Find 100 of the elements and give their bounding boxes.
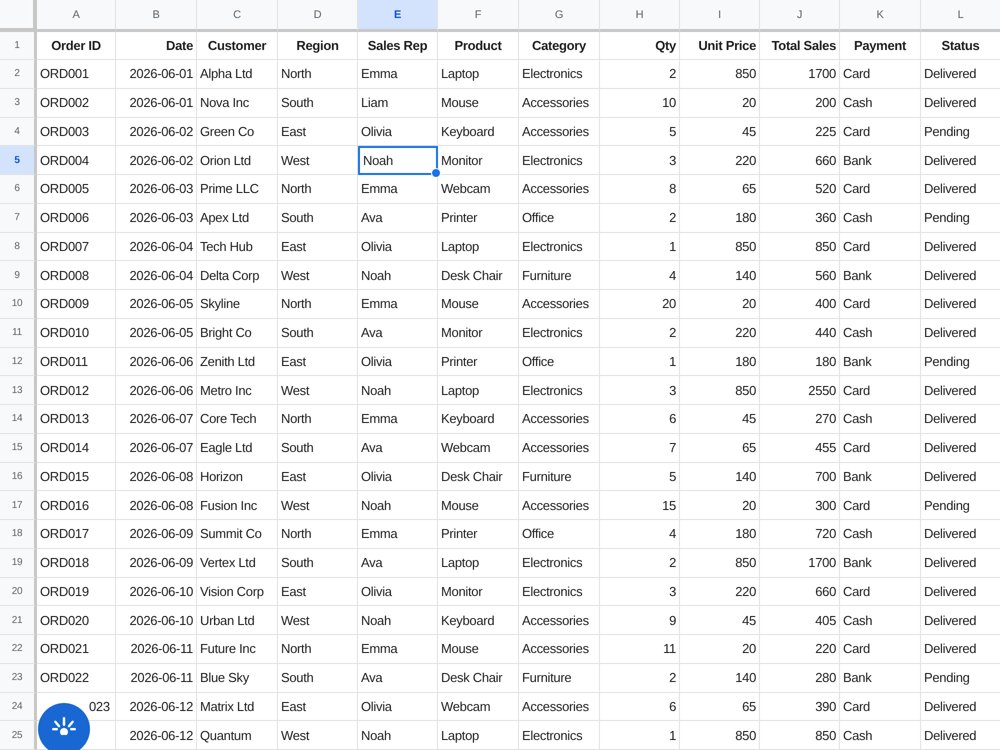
row-number[interactable]: 20 xyxy=(0,578,37,606)
table-cell: ORD018 xyxy=(37,548,116,578)
table-cell: Bank xyxy=(840,261,921,290)
row-number[interactable]: 3 xyxy=(0,88,37,118)
table-cell: 2 xyxy=(600,204,680,232)
column-header[interactable]: D xyxy=(278,0,358,32)
table-cell: ORD013 xyxy=(37,405,116,434)
table-cell: Cash xyxy=(840,204,921,232)
row-number[interactable]: 13 xyxy=(0,376,37,405)
table-cell: 15 xyxy=(600,491,680,520)
fill-handle[interactable] xyxy=(431,168,441,178)
row-number[interactable]: 19 xyxy=(0,548,37,578)
row-number[interactable]: 21 xyxy=(0,606,37,635)
table-cell: 455 xyxy=(760,434,840,462)
table-cell: 2026-06-05 xyxy=(116,290,197,319)
column-header[interactable]: H xyxy=(600,0,680,32)
table-cell: Card xyxy=(840,491,921,520)
table-cell: North xyxy=(278,175,358,204)
column-header[interactable]: B xyxy=(116,0,197,32)
row-number[interactable]: 9 xyxy=(0,261,37,290)
table-cell: Desk Chair xyxy=(438,462,519,492)
row-number[interactable]: 4 xyxy=(0,118,37,146)
column-header[interactable]: F xyxy=(438,0,519,32)
row-number[interactable]: 6 xyxy=(0,175,37,204)
burst-icon xyxy=(52,715,76,735)
table-cell: Accessories xyxy=(519,405,600,434)
table-cell: 2 xyxy=(600,664,680,692)
table-cell: 220 xyxy=(680,146,760,175)
row-number[interactable]: 1 xyxy=(0,32,37,60)
table-cell: 2026-06-08 xyxy=(116,462,197,492)
table-cell: Quantum xyxy=(197,721,278,750)
table-cell: 520 xyxy=(760,175,840,204)
row-number[interactable]: 22 xyxy=(0,635,37,664)
row-number[interactable]: 11 xyxy=(0,318,37,348)
row-number[interactable]: 25 xyxy=(0,721,37,750)
table-cell: Card xyxy=(840,692,921,722)
table-cell: Vision Corp xyxy=(197,578,278,606)
row-number[interactable]: 17 xyxy=(0,491,37,520)
row-number[interactable]: 12 xyxy=(0,348,37,376)
header-cell: Product xyxy=(438,32,519,60)
table-cell: Emma xyxy=(358,635,438,664)
table-cell: 660 xyxy=(760,146,840,175)
table-cell: Olivia xyxy=(358,462,438,492)
selected-cell[interactable]: Noah xyxy=(358,146,438,175)
row-number[interactable]: 24 xyxy=(0,692,37,722)
table-cell: 850 xyxy=(760,721,840,750)
row-number[interactable]: 14 xyxy=(0,405,37,434)
table-cell: Matrix Ltd xyxy=(197,692,278,722)
table-cell: Apex Ltd xyxy=(197,204,278,232)
table-cell: North xyxy=(278,520,358,549)
table-cell: Emma xyxy=(358,405,438,434)
table-cell: Accessories xyxy=(519,692,600,722)
table-cell: Delivered xyxy=(921,721,1000,750)
table-cell: 6 xyxy=(600,692,680,722)
table-cell: South xyxy=(278,88,358,118)
column-header[interactable]: A xyxy=(37,0,116,32)
row-number[interactable]: 23 xyxy=(0,664,37,692)
table-cell: Delivered xyxy=(921,60,1000,89)
column-header[interactable]: C xyxy=(197,0,278,32)
row-number[interactable]: 10 xyxy=(0,290,37,319)
table-cell: North xyxy=(278,405,358,434)
table-cell: Electronics xyxy=(519,318,600,348)
row-number[interactable]: 8 xyxy=(0,232,37,262)
row-number[interactable]: 5 xyxy=(0,146,37,175)
table-cell: Card xyxy=(840,175,921,204)
column-header[interactable]: G xyxy=(519,0,600,32)
table-cell: West xyxy=(278,376,358,405)
table-cell: 180 xyxy=(680,204,760,232)
column-header[interactable]: E xyxy=(358,0,438,32)
table-cell: Cash xyxy=(840,606,921,635)
table-cell: Delivered xyxy=(921,175,1000,204)
row-number[interactable]: 16 xyxy=(0,462,37,492)
table-cell: Delivered xyxy=(921,434,1000,462)
table-cell: Monitor xyxy=(438,146,519,175)
header-cell: Category xyxy=(519,32,600,60)
table-cell: Delivered xyxy=(921,520,1000,549)
column-header[interactable]: K xyxy=(840,0,921,32)
table-cell: Card xyxy=(840,635,921,664)
table-cell: Printer xyxy=(438,204,519,232)
table-cell: ORD002 xyxy=(37,88,116,118)
column-header[interactable]: I xyxy=(680,0,760,32)
table-cell: Alpha Ltd xyxy=(197,60,278,89)
column-header[interactable]: L xyxy=(921,0,1000,32)
table-cell: Cash xyxy=(840,520,921,549)
table-cell: West xyxy=(278,146,358,175)
table-cell: ORD016 xyxy=(37,491,116,520)
assistant-button[interactable] xyxy=(38,703,90,750)
table-cell: ORD015 xyxy=(37,462,116,492)
table-cell: Skyline xyxy=(197,290,278,319)
table-cell: South xyxy=(278,664,358,692)
table-cell: 180 xyxy=(760,348,840,376)
row-number[interactable]: 2 xyxy=(0,60,37,89)
column-header[interactable]: J xyxy=(760,0,840,32)
row-number[interactable]: 7 xyxy=(0,204,37,232)
table-cell: Electronics xyxy=(519,721,600,750)
table-cell: Card xyxy=(840,434,921,462)
row-number[interactable]: 18 xyxy=(0,520,37,549)
row-number[interactable]: 15 xyxy=(0,434,37,462)
table-cell: Keyboard xyxy=(438,405,519,434)
table-cell: Bank xyxy=(840,548,921,578)
